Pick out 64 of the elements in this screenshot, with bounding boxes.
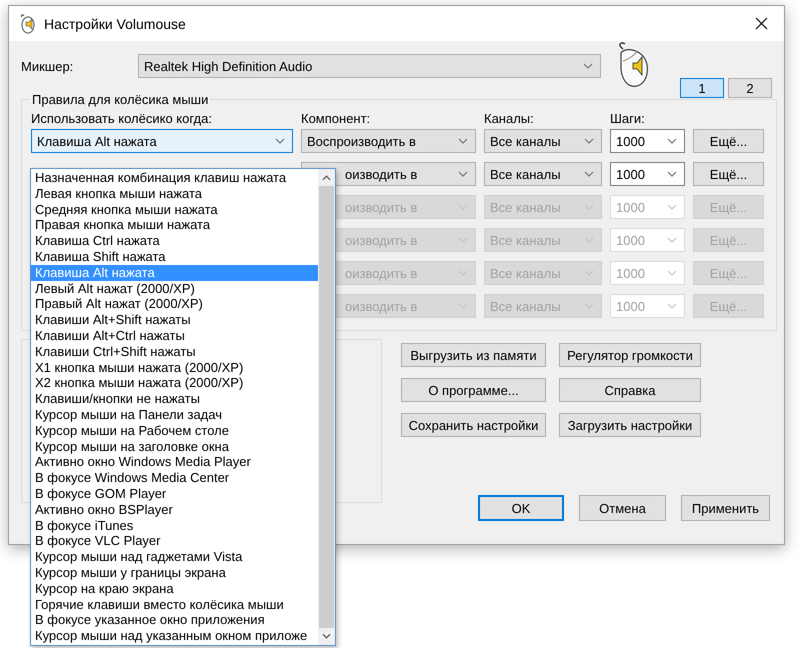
list-item[interactable]: Горячие клавиши вместо колёсика мыши [31, 596, 318, 612]
component-dropdown[interactable]: Воспроизводить в [301, 129, 476, 153]
list-item[interactable]: Курсор мыши на Рабочем столе [31, 422, 318, 439]
list-item[interactable]: В фокусе GOM Player [31, 486, 318, 502]
more-button[interactable]: Ещё... [693, 129, 764, 153]
action-button[interactable]: Выгрузить из памяти [401, 343, 546, 367]
list-item[interactable]: X2 кнопка мыши нажата (2000/XP) [31, 375, 318, 392]
list-item[interactable]: Курсор мыши над указанным окном приложе [31, 628, 318, 644]
scroll-down-icon[interactable] [322, 633, 331, 640]
mixer-dropdown[interactable]: Realtek High Definition Audio [138, 54, 601, 78]
caret-icon [458, 138, 468, 144]
list-item[interactable]: Курсор мыши у границы экрана [31, 564, 318, 581]
caret-icon [584, 171, 594, 177]
action-button[interactable]: Справка [559, 378, 701, 402]
action-button[interactable]: Сохранить настройки [401, 413, 546, 437]
window-title: Настройки Volumouse [44, 16, 187, 32]
channels-dropdown[interactable]: Все каналы [484, 162, 602, 186]
list-item[interactable]: В фокусе указанное окно приложения [31, 612, 318, 628]
condition-dropdown[interactable]: Клавиша Alt нажата [31, 129, 293, 153]
column-header: Использовать колёсико когда: [31, 111, 212, 126]
list-item[interactable]: В фокусе iTunes [31, 518, 318, 534]
list-item[interactable]: В фокусе VLC Player [31, 533, 318, 550]
action-button[interactable]: Регулятор громкости [559, 343, 701, 367]
scroll-up-icon[interactable] [322, 174, 331, 180]
steps-dropdown[interactable]: 1000 [610, 162, 685, 186]
list-item[interactable]: Клавиши Alt+Ctrl нажаты [31, 328, 318, 344]
caret-icon [583, 63, 593, 69]
scroll-thumb[interactable] [319, 186, 334, 628]
close-icon[interactable] [754, 17, 768, 30]
list-item[interactable]: Курсор мыши на заголовке окна [31, 438, 318, 454]
caret-icon [667, 171, 677, 177]
caret-icon [667, 237, 677, 243]
caret-icon [667, 204, 677, 210]
column-header: Шаги: [610, 111, 645, 126]
dialog-button[interactable]: Отмена [579, 495, 666, 521]
list-item[interactable]: Активно окно Windows Media Player [31, 454, 318, 470]
list-item[interactable]: Активно окно BSPlayer [31, 502, 318, 518]
list-item[interactable]: Клавиши/кнопки не нажаты [31, 391, 318, 407]
list-item[interactable]: Курсор мыши на Панели задач [31, 406, 318, 423]
group-title: Правила для колёсика мыши [31, 92, 210, 107]
tab[interactable]: 1 [680, 78, 724, 98]
list-item[interactable]: В фокусе Windows Media Center [31, 470, 318, 486]
caret-icon [275, 138, 285, 144]
tab[interactable]: 2 [728, 78, 772, 98]
column-header: Компонент: [301, 111, 370, 126]
mixer-label: Микшер: [21, 58, 74, 76]
action-button[interactable]: О программе... [401, 378, 546, 402]
more-button[interactable]: Ещё... [693, 162, 764, 186]
list-item[interactable]: Клавиши Ctrl+Shift нажаты [31, 344, 318, 360]
channels-dropdown[interactable]: Все каналы [484, 129, 602, 153]
dialog-button[interactable]: OK [478, 495, 564, 521]
steps-dropdown[interactable]: 1000 [610, 129, 685, 153]
caret-icon [667, 138, 677, 144]
list-item[interactable]: Курсор мыши над гаджетами Vista [31, 549, 318, 565]
dialog-button[interactable]: Применить [681, 495, 770, 521]
caret-icon [458, 171, 468, 177]
scrollbar[interactable] [318, 169, 335, 645]
column-header: Каналы: [484, 111, 534, 126]
list-item[interactable]: Курсор на краю экрана [31, 580, 318, 597]
caret-icon [667, 270, 677, 276]
caret-icon [667, 303, 677, 309]
list-item[interactable]: X1 кнопка мыши нажата (2000/XP) [31, 360, 318, 376]
caret-icon [584, 138, 594, 144]
action-button[interactable]: Загрузить настройки [559, 413, 701, 437]
